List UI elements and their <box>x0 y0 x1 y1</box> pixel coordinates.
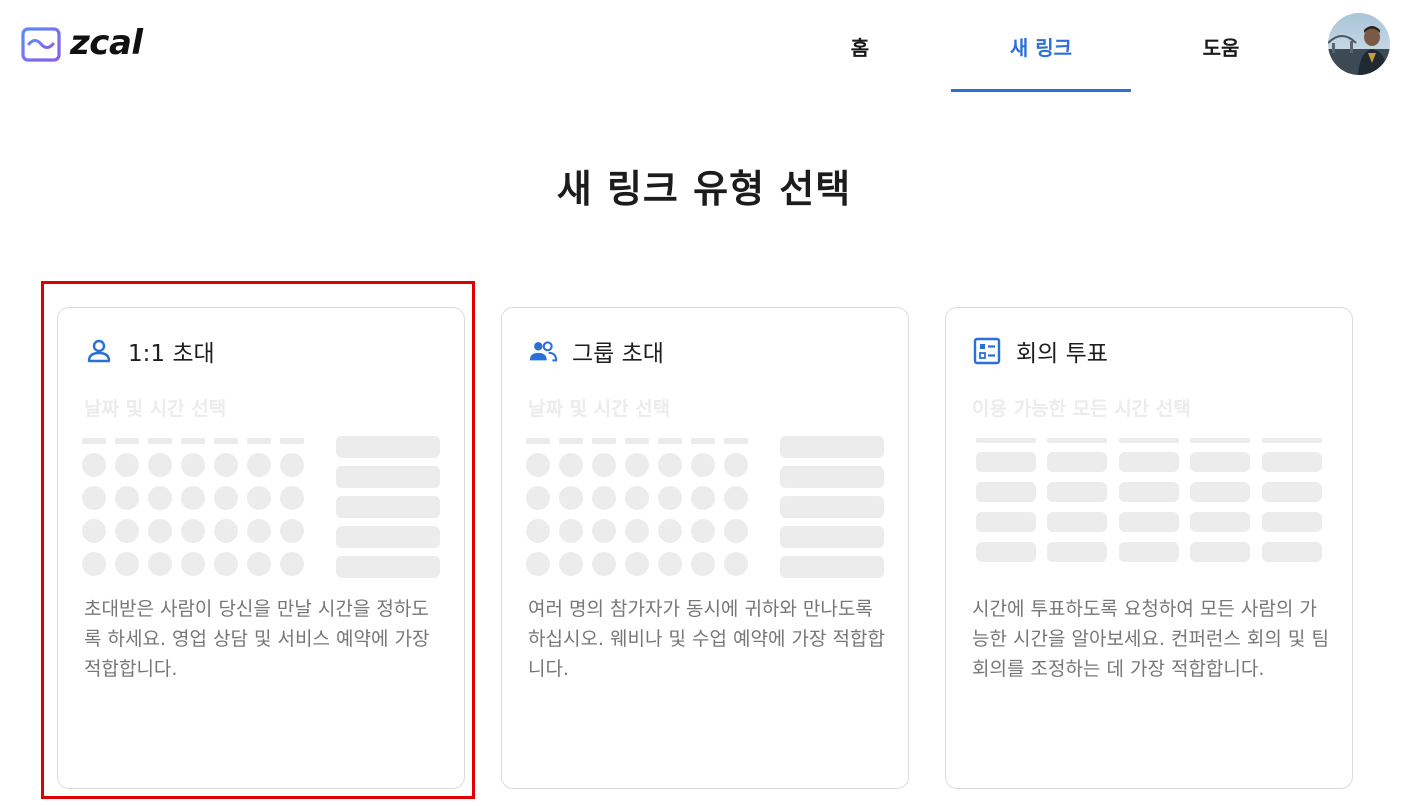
card-subtitle: 날짜 및 시간 선택 <box>84 398 227 420</box>
card-header: 회의 투표 <box>972 334 1108 368</box>
poll-grid-preview <box>970 436 1330 581</box>
card-header: 1:1 초대 <box>84 334 215 368</box>
calendar-preview <box>526 436 886 581</box>
top-bar: zcal 홈 새 링크 도움 <box>0 0 1408 92</box>
card-title: 1:1 초대 <box>128 341 215 367</box>
page-title: 새 링크 유형 선택 <box>556 167 852 211</box>
card-subtitle: 이용 가능한 모든 시간 선택 <box>972 398 1191 420</box>
calendar-logo-icon <box>21 23 61 62</box>
card-title: 회의 투표 <box>1016 341 1108 367</box>
nav-home[interactable]: 홈 <box>770 0 950 92</box>
card-description: 초대받은 사람이 당신을 만날 시간을 정하도록 하세요. 영업 상담 및 서비… <box>84 598 430 680</box>
card-description: 여러 명의 참가자가 동시에 귀하와 만나도록 하십시오. 웨비나 및 수업 예… <box>528 598 885 680</box>
calendar-preview <box>82 436 442 581</box>
group-icon <box>528 336 558 366</box>
poll-icon <box>972 336 1002 366</box>
nav-help[interactable]: 도움 <box>1131 0 1311 92</box>
zcal-logo[interactable]: zcal <box>20 22 143 64</box>
card-description: 시간에 투표하도록 요청하여 모든 사람의 가능한 시간을 알아보세요. 컨퍼런… <box>972 598 1329 680</box>
card-meeting-poll[interactable]: 회의 투표 이용 가능한 모든 시간 선택 시간에 투표하도록 요청하여 모든 … <box>945 307 1353 789</box>
nav-new-link[interactable]: 새 링크 <box>951 0 1131 92</box>
card-header: 그룹 초대 <box>528 334 664 368</box>
card-group[interactable]: 그룹 초대 날짜 및 시간 선택 여러 명의 참가자가 동시에 귀하와 만나도록… <box>501 307 909 789</box>
person-icon <box>84 336 114 366</box>
card-title: 그룹 초대 <box>572 341 664 367</box>
logo-text: zcal <box>70 23 143 63</box>
avatar-photo-icon <box>1328 13 1390 75</box>
card-subtitle: 날짜 및 시간 선택 <box>528 398 671 420</box>
card-one-on-one[interactable]: 1:1 초대 날짜 및 시간 선택 초대받은 사람이 당신을 만날 시간을 정하… <box>57 307 465 789</box>
avatar[interactable] <box>1328 13 1390 75</box>
